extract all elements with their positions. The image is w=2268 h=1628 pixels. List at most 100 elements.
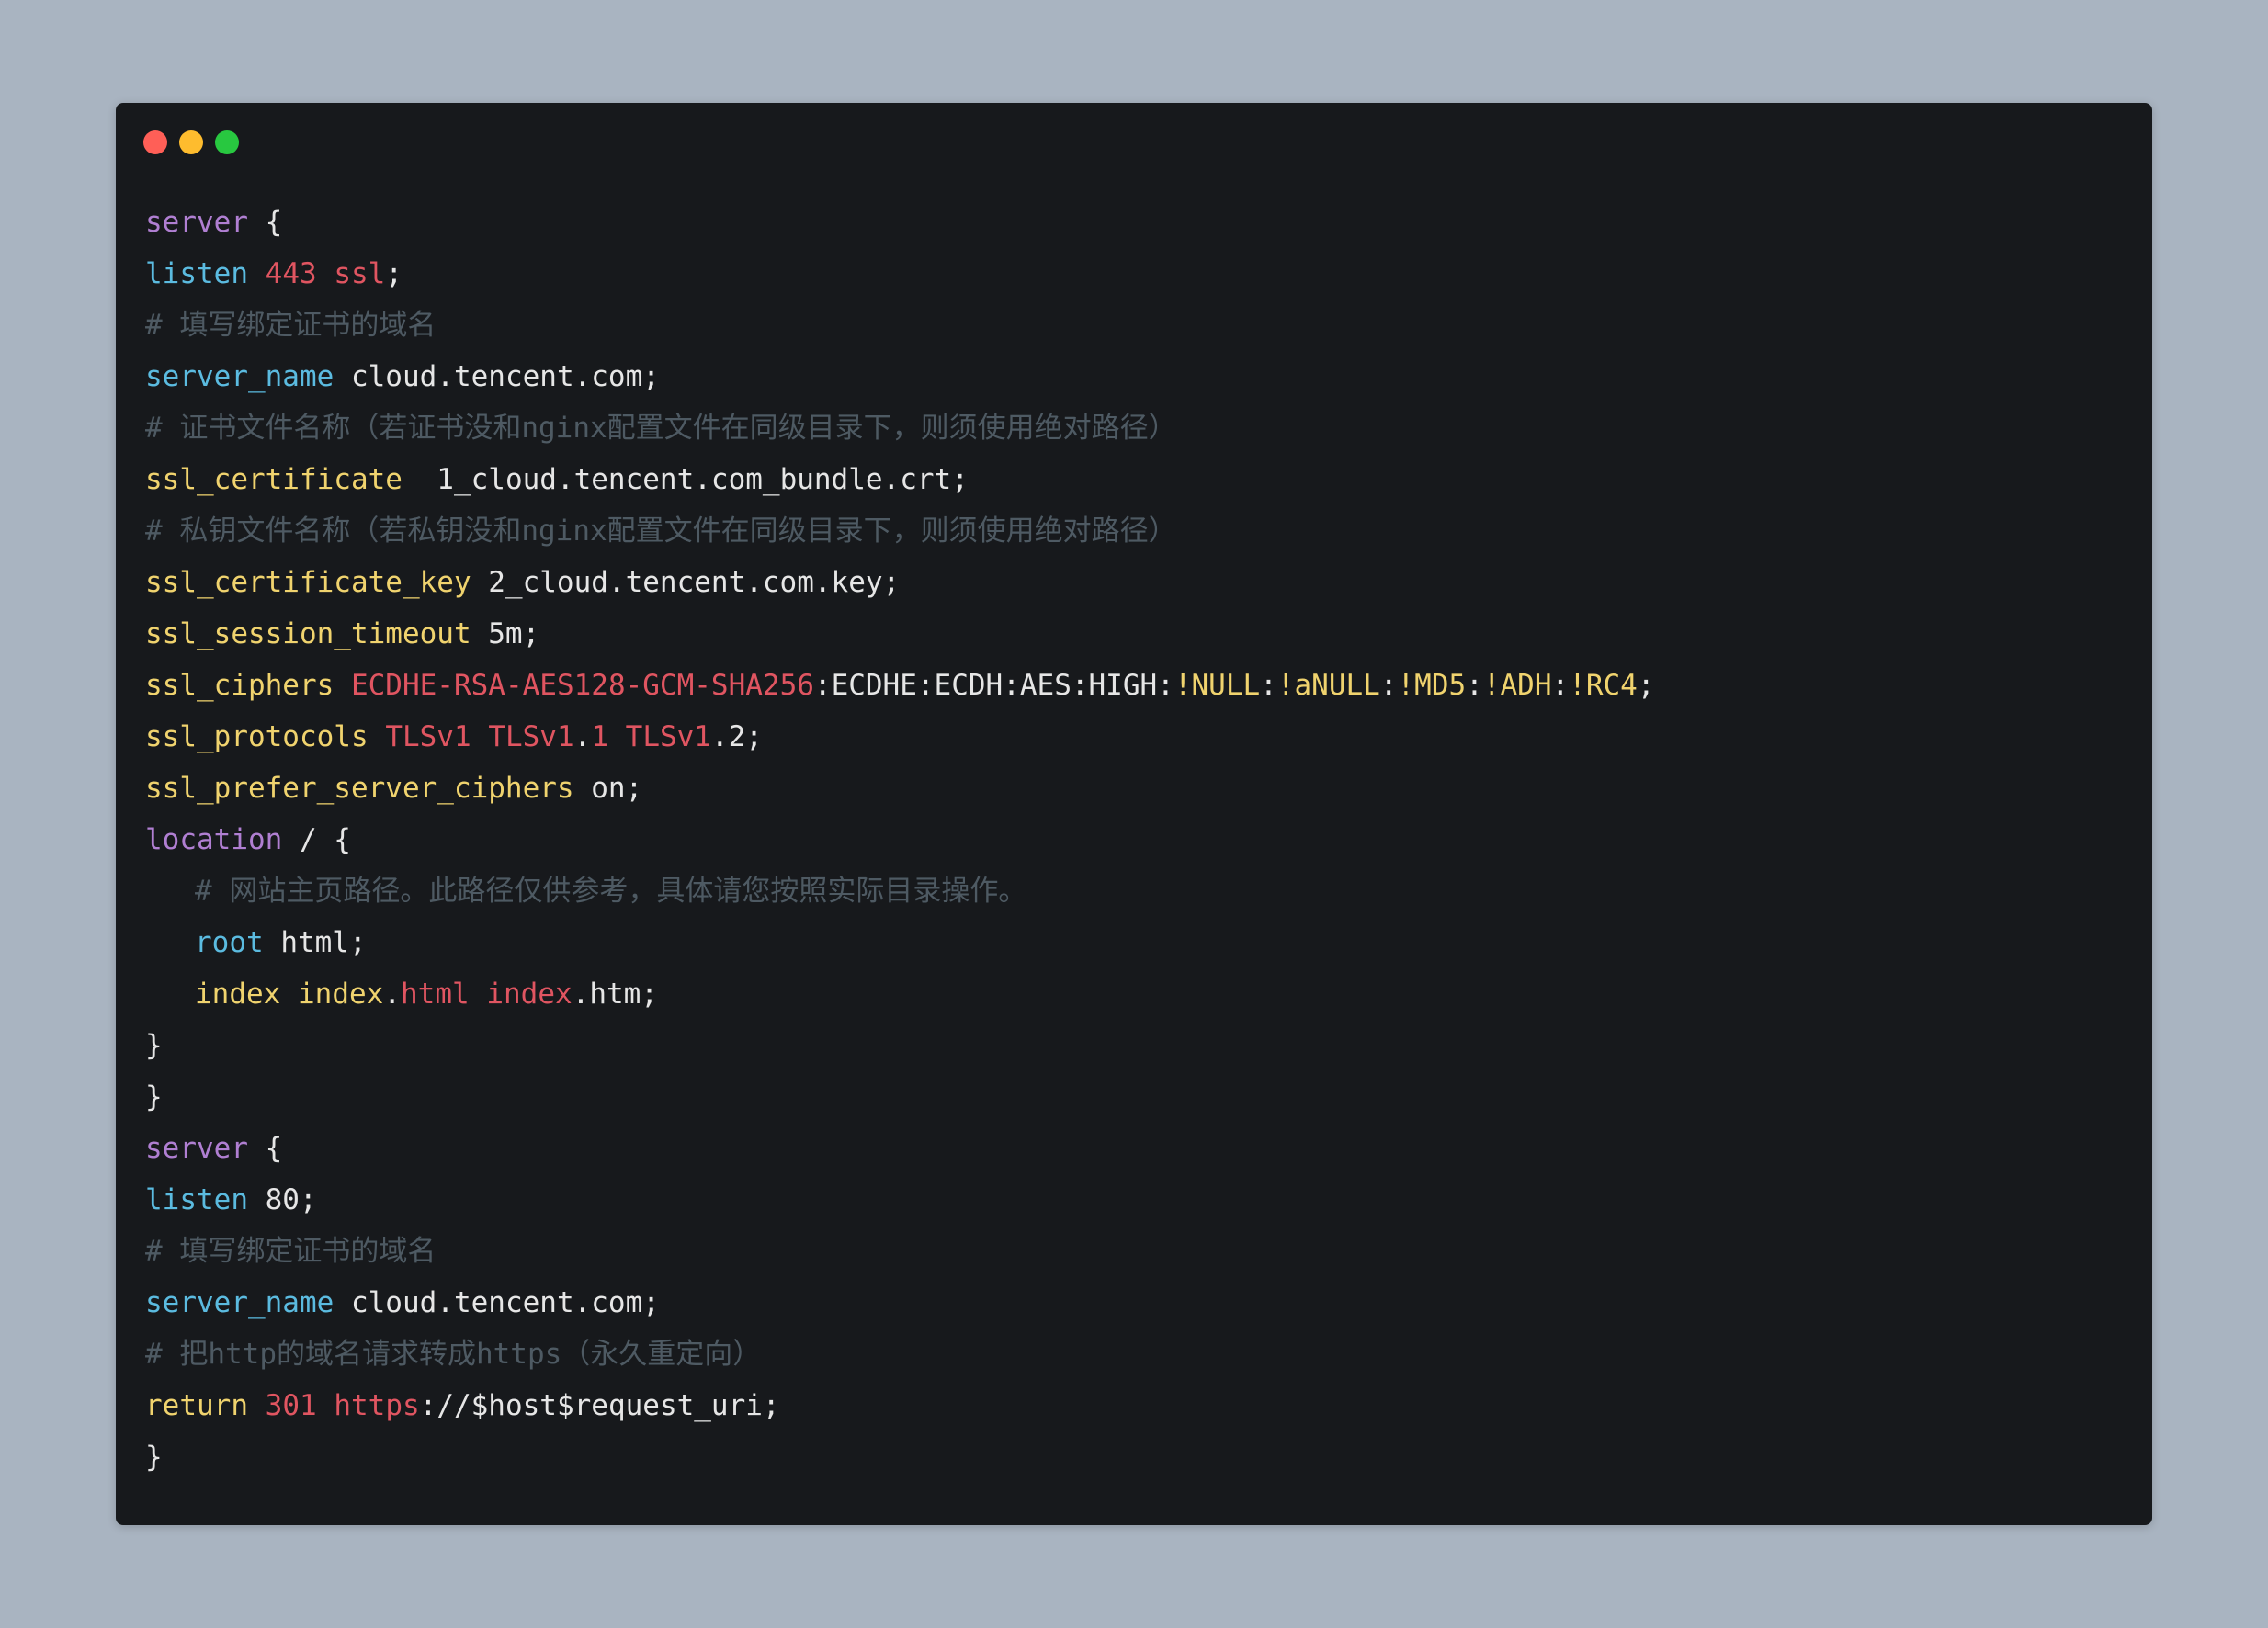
code-token: cloud.tencent.com; — [334, 1286, 660, 1319]
code-token: ssl_ciphers — [145, 669, 335, 702]
code-line: ssl_certificate 1_cloud.tencent.com_bund… — [145, 454, 2123, 505]
code-line: } — [145, 1020, 2123, 1071]
code-comment: # 填写绑定证书的域名 — [145, 1235, 437, 1268]
code-line: } — [145, 1431, 2123, 1483]
code-token: ECDHE-RSA-AES128-GCM-SHA256 — [350, 669, 814, 702]
code-token: !NULL — [1174, 669, 1261, 702]
code-line: ssl_ciphers ECDHE-RSA-AES128-GCM-SHA256:… — [145, 660, 2123, 711]
code-line: } — [145, 1071, 2123, 1123]
code-token: .htm; — [572, 978, 658, 1011]
code-token: { — [247, 206, 283, 239]
code-token: !aNULL — [1276, 669, 1380, 702]
code-line: listen 80; — [145, 1174, 2123, 1226]
code-token: : — [1551, 669, 1570, 702]
code-token: } — [145, 1441, 163, 1474]
close-dot-icon[interactable] — [143, 130, 167, 154]
code-line: # 填写绑定证书的域名 — [145, 300, 2123, 351]
code-token: } — [145, 1080, 163, 1114]
code-block: server {listen 443 ssl; # 填写绑定证书的域名 server… — [145, 197, 2123, 1483]
code-token: TLSv1 — [625, 720, 711, 753]
code-token: index — [298, 978, 384, 1011]
code-token: 80; — [247, 1183, 317, 1216]
code-token: ssl_session_timeout — [145, 617, 471, 650]
code-line: ssl_certificate_key 2_cloud.tencent.com.… — [145, 557, 2123, 608]
code-line: # 证书文件名称（若证书没和nginx配置文件在同级目录下，则须使用绝对路径） — [145, 402, 2123, 454]
code-token: ssl_prefer_server_ciphers — [145, 772, 574, 805]
code-token: ssl_certificate — [145, 463, 403, 496]
code-token: / { — [282, 823, 351, 856]
code-token: . — [573, 720, 592, 753]
window-controls — [143, 130, 239, 154]
code-token: server_name — [145, 1286, 335, 1319]
code-line: # 网站主页路径。此路径仅供参考，具体请您按照实际目录操作。 — [145, 865, 2123, 917]
code-line: server_name cloud.tencent.com; — [145, 351, 2123, 402]
code-token: on; — [573, 772, 643, 805]
code-token: TLSv1 — [385, 720, 471, 753]
code-token: 1 — [591, 720, 608, 753]
code-token: index — [486, 978, 573, 1011]
code-token: server_name — [145, 360, 335, 393]
code-token: location — [145, 823, 283, 856]
code-token: html; — [263, 926, 367, 959]
code-token: TLSv1 — [488, 720, 574, 753]
code-token: ://$host$request_uri; — [419, 1389, 780, 1422]
code-comment: # 证书文件名称（若证书没和nginx配置文件在同级目录下，则须使用绝对路径） — [145, 412, 1177, 445]
code-line: root html; — [145, 917, 2123, 968]
code-token: html — [401, 978, 470, 1011]
code-token: .2; — [710, 720, 763, 753]
code-token: !RC4 — [1569, 669, 1638, 702]
code-token: cloud.tencent.com; — [334, 360, 660, 393]
code-line: ssl_session_timeout 5m; — [145, 608, 2123, 660]
code-token: index — [195, 978, 281, 1011]
code-comment: # 填写绑定证书的域名 — [145, 309, 437, 342]
code-line: # 填写绑定证书的域名 — [145, 1226, 2123, 1277]
code-token: { — [247, 1132, 283, 1165]
code-comment: # 私钥文件名称（若私钥没和nginx配置文件在同级目录下，则须使用绝对路径） — [145, 514, 1177, 548]
code-line: # 私钥文件名称（若私钥没和nginx配置文件在同级目录下，则须使用绝对路径） — [145, 505, 2123, 557]
code-line: server { — [145, 1123, 2123, 1174]
maximize-dot-icon[interactable] — [215, 130, 239, 154]
code-token: : — [1466, 669, 1483, 702]
code-token: !ADH — [1482, 669, 1552, 702]
code-token: ssl_protocols — [145, 720, 369, 753]
code-line: listen 443 ssl; — [145, 248, 2123, 300]
code-line: server { — [145, 197, 2123, 248]
code-token: listen — [145, 1183, 248, 1216]
code-token: } — [145, 1029, 163, 1062]
code-token: : — [1260, 669, 1277, 702]
code-line: ssl_protocols TLSv1 TLSv1.1 TLSv1.2; — [145, 711, 2123, 763]
minimize-dot-icon[interactable] — [179, 130, 203, 154]
code-line: location / { — [145, 814, 2123, 865]
code-token: : — [1379, 669, 1398, 702]
code-token: listen — [145, 257, 248, 290]
code-window: server {listen 443 ssl; # 填写绑定证书的域名 server… — [116, 103, 2152, 1525]
code-token: root — [195, 926, 264, 959]
code-token: ; — [1637, 669, 1655, 702]
code-token: ssl — [334, 257, 386, 290]
code-token: 1_cloud.tencent.com_bundle.crt; — [402, 463, 969, 496]
code-token: server — [145, 1132, 248, 1165]
code-token: 443 — [265, 257, 317, 290]
code-token: :ECDHE:ECDH:AES:HIGH: — [813, 669, 1174, 702]
code-line: server_name cloud.tencent.com; — [145, 1277, 2123, 1328]
code-line: return 301 https://$host$request_uri; — [145, 1380, 2123, 1431]
code-line: # 把http的域名请求转成https（永久重定向） — [145, 1328, 2123, 1380]
code-token: . — [383, 978, 401, 1011]
code-line: index index.html index.htm; — [145, 968, 2123, 1020]
code-token: ssl_certificate_key — [145, 566, 471, 599]
code-token: server — [145, 206, 248, 239]
code-token: 301 — [265, 1389, 317, 1422]
code-token: return — [145, 1389, 248, 1422]
code-token: 5m; — [471, 617, 540, 650]
code-token: !MD5 — [1397, 669, 1467, 702]
